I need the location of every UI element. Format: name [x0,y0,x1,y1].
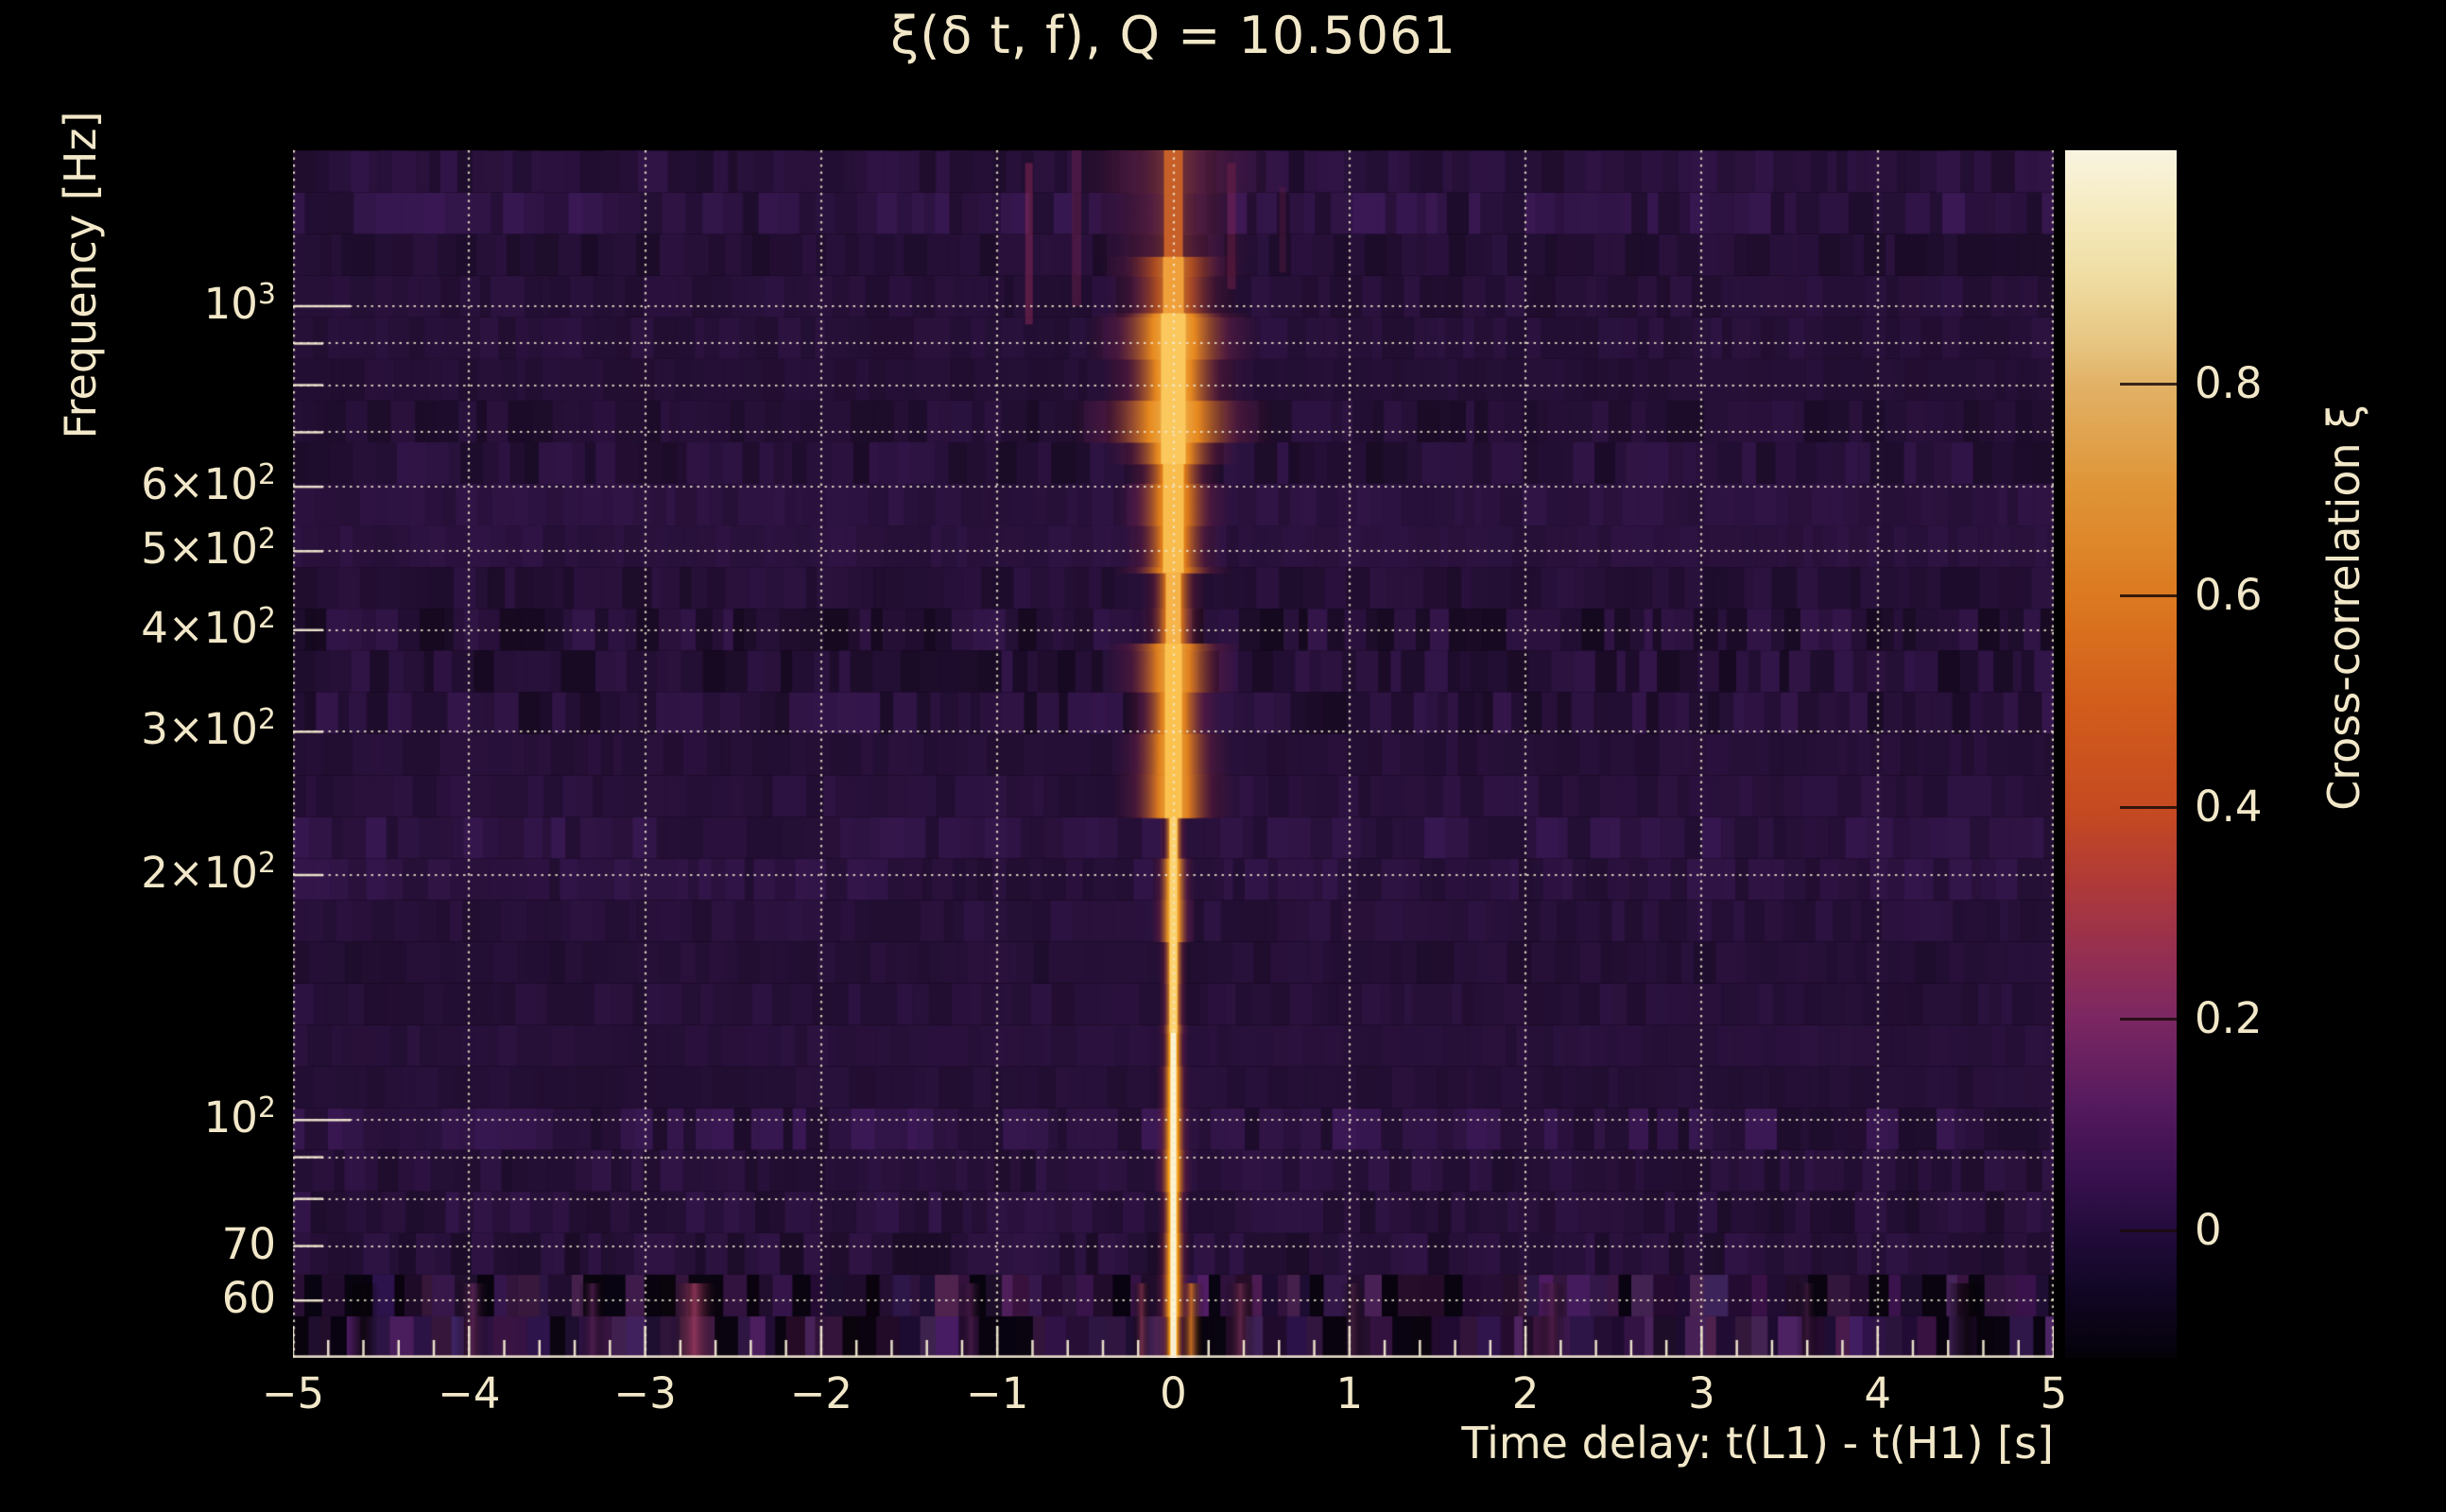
x-tick-label: 3 [1688,1368,1715,1418]
figure: ξ(δ t, f), Q = 10.5061 Frequency [Hz] Cr… [0,0,2446,1512]
y-tick-label: 3×102 [141,703,276,755]
colorbar [2065,150,2177,1358]
y-axis-label-text: Frequency [Hz] [55,111,106,439]
colorbar-tick-mark [2120,806,2177,810]
colorbar-tick-label: 0.4 [2195,782,2263,833]
x-tick-label: −4 [438,1368,501,1418]
colorbar-label: Cross-correlation ξ [2318,404,2369,811]
colorbar-tick-mark [2120,382,2177,386]
y-tick-label: 5×102 [141,523,276,575]
x-tick-label: 0 [1160,1368,1187,1418]
y-tick-label: 4×102 [141,601,276,653]
y-tick-label: 6×102 [141,458,276,510]
x-tick-label: −3 [613,1368,677,1418]
y-tick-label: 70 [221,1218,276,1269]
x-tick-label: −2 [789,1368,853,1418]
x-tick-label: 1 [1335,1368,1364,1418]
x-tick-label: 4 [1864,1368,1891,1418]
y-tick-label: 60 [221,1273,276,1324]
y-axis-label: Frequency [Hz] [55,95,106,455]
x-tick-label: −5 [261,1368,325,1418]
x-tick-label: −1 [966,1368,1029,1418]
x-axis-label: Time delay: t(L1) - t(H1) [s] [1461,1418,2054,1469]
colorbar-tick-label: 0 [2195,1205,2222,1256]
heatmap-canvas [293,150,2054,1358]
colorbar-tick-mark [2120,1229,2177,1233]
x-tick-label: 2 [1511,1368,1540,1418]
colorbar-tick-label: 0.6 [2195,569,2263,620]
heatmap-plot-area [293,150,2054,1358]
x-tick-label: 5 [2040,1368,2068,1418]
y-tick-label: 102 [203,1091,276,1143]
colorbar-tick-mark [2120,1018,2177,1022]
colorbar-tick-label: 0.8 [2195,357,2263,408]
y-tick-label: 103 [203,278,276,330]
y-tick-label: 2×102 [141,846,276,898]
colorbar-tick-mark [2120,593,2177,597]
chart-title: ξ(δ t, f), Q = 10.5061 [890,6,1456,65]
colorbar-tick-label: 0.2 [2195,993,2263,1044]
